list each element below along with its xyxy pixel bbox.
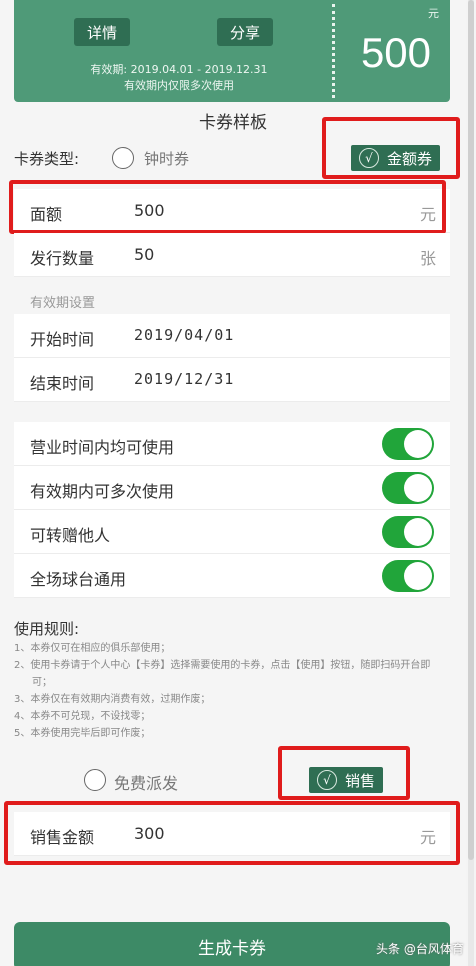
option-hourly-label[interactable]: 钟时券 [144, 148, 189, 169]
ticket-amount: 500 [360, 29, 432, 76]
rule-item: 1、本券仅可在相应的俱乐部使用； [14, 643, 171, 654]
toggle-label: 营业时间内均可使用 [30, 438, 175, 457]
toggle-knob [404, 430, 432, 458]
toggle-label: 全场球台通用 [30, 570, 127, 589]
ticket-preview: 详情 分享 有效期: 2019.04.01 - 2019.12.31 有效期内仅… [14, 0, 450, 102]
face-value-unit: 元 [419, 205, 436, 224]
issue-count-row[interactable]: 发行数量 50 张 [14, 233, 450, 277]
toggle-switch-transferable[interactable] [382, 516, 434, 548]
face-value-label: 面额 [30, 205, 63, 224]
toggle-switch-all-tables[interactable] [382, 560, 434, 592]
rules-list: 1、本券仅可在相应的俱乐部使用； 2、使用卡券请于个人中心【卡券】选择需要使用的… [14, 640, 450, 742]
toggle-knob [404, 562, 432, 590]
toggle-switch-multiple-use[interactable] [382, 472, 434, 504]
end-date-row[interactable]: 结束时间 2019/12/31 [14, 358, 450, 402]
toggle-row-multiple-use: 有效期内可多次使用 [14, 466, 450, 510]
option-amount-selected[interactable]: √ 金额券 [351, 145, 441, 171]
issue-count-label: 发行数量 [30, 249, 95, 268]
detail-button[interactable]: 详情 [74, 18, 130, 46]
face-value-row[interactable]: 面额 500 元 [14, 189, 450, 233]
radio-free-distribution[interactable] [84, 769, 106, 791]
sale-amount-input[interactable]: 300 [134, 824, 165, 843]
ticket-validity: 有效期: 2019.04.01 - 2019.12.31 有效期内仅限多次使用 [34, 62, 324, 94]
toggle-row-all-tables: 全场球台通用 [14, 554, 450, 598]
ticket-perforation [332, 4, 335, 98]
card-type-label: 卡券类型: [14, 150, 80, 168]
sale-amount-label: 销售金额 [30, 828, 95, 847]
rule-item: 4、本券不可兑现，不设找零； [14, 711, 151, 722]
check-icon: √ [317, 770, 337, 790]
rule-item: 3、本券仅在有效期内消费有效，过期作废； [14, 694, 211, 705]
radio-hourly[interactable] [112, 147, 134, 169]
toggle-knob [404, 518, 432, 546]
issue-count-unit: 张 [419, 249, 436, 268]
start-date-row[interactable]: 开始时间 2019/04/01 [14, 314, 450, 358]
toggle-knob [404, 474, 432, 502]
toggle-row-business-hours: 营业时间内均可使用 [14, 422, 450, 466]
watermark: 头条 @台风体育 [376, 942, 464, 956]
face-value-input[interactable]: 500 [134, 201, 165, 220]
rule-item: 2、使用卡券请于个人中心【卡券】选择需要使用的卡券，点击【使用】按钮，随即扫码开… [14, 660, 431, 688]
issue-count-input[interactable]: 50 [134, 245, 154, 264]
check-icon: √ [359, 148, 379, 168]
start-date-value[interactable]: 2019/04/01 [134, 326, 234, 344]
ticket-validity-note: 有效期内仅限多次使用 [124, 79, 234, 92]
ticket-unit: 元 [428, 7, 439, 20]
card-type-selector: 卡券类型: 钟时券 √ 金额券 [14, 142, 454, 172]
end-date-label: 结束时间 [30, 374, 95, 393]
toggle-label: 可转赠他人 [30, 526, 111, 545]
card-template-page: 详情 分享 有效期: 2019.04.01 - 2019.12.31 有效期内仅… [0, 0, 466, 966]
rule-item: 5、本券使用完毕后即可作废； [14, 728, 151, 739]
option-free-label[interactable]: 免费派发 [114, 770, 178, 794]
toggle-switch-business-hours[interactable] [382, 428, 434, 460]
scrollbar[interactable] [468, 0, 474, 966]
start-date-label: 开始时间 [30, 330, 95, 349]
validity-section-title: 有效期设置 [30, 296, 96, 311]
option-sale-label: 销售 [345, 771, 376, 790]
page-title: 卡券样板 [199, 113, 267, 133]
option-amount-label: 金额券 [387, 149, 433, 168]
toggle-row-transferable: 可转赠他人 [14, 510, 450, 554]
sale-amount-row[interactable]: 销售金额 300 元 [14, 812, 450, 856]
ticket-validity-dates: 有效期: 2019.04.01 - 2019.12.31 [90, 63, 268, 76]
toggle-label: 有效期内可多次使用 [30, 482, 175, 501]
end-date-value[interactable]: 2019/12/31 [134, 370, 234, 388]
sale-amount-unit: 元 [419, 828, 436, 847]
scrollbar-thumb[interactable] [468, 0, 474, 860]
rules-title: 使用规则: [14, 620, 80, 638]
option-sale-selected[interactable]: √ 销售 [309, 767, 384, 793]
share-button[interactable]: 分享 [217, 18, 273, 46]
